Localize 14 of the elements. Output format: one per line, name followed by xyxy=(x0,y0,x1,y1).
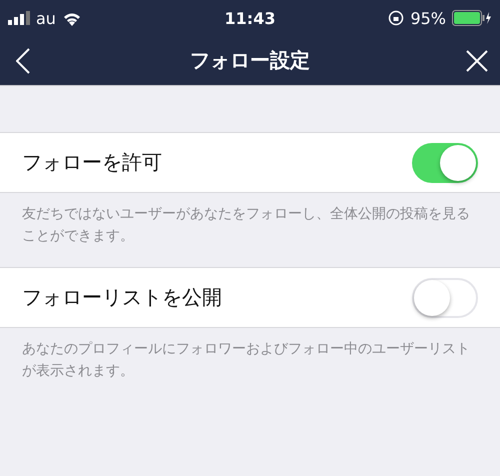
wifi-icon xyxy=(62,10,82,26)
screen-title: フォロー設定 xyxy=(190,47,310,74)
setting-label: フォローを許可 xyxy=(22,149,162,176)
rotation-lock-icon xyxy=(388,10,404,26)
clock-time: 11:43 xyxy=(224,8,276,28)
battery-percent: 95% xyxy=(410,8,446,28)
toggle-switch[interactable] xyxy=(412,278,478,318)
toggle-switch[interactable] xyxy=(412,142,478,182)
signal-icon xyxy=(8,11,30,25)
setting-description: 友だちではないユーザーがあなたをフォローし、全体公開の投稿を見ることができます。 xyxy=(21,205,471,246)
setting-description: あなたのプロフィールにフォロワーおよびフォロー中のユーザーリストが表示されます。 xyxy=(21,340,471,381)
setting-label: フォローリストを公開 xyxy=(22,284,222,311)
carrier-name: au xyxy=(36,8,56,28)
battery-charging-icon xyxy=(452,10,492,26)
